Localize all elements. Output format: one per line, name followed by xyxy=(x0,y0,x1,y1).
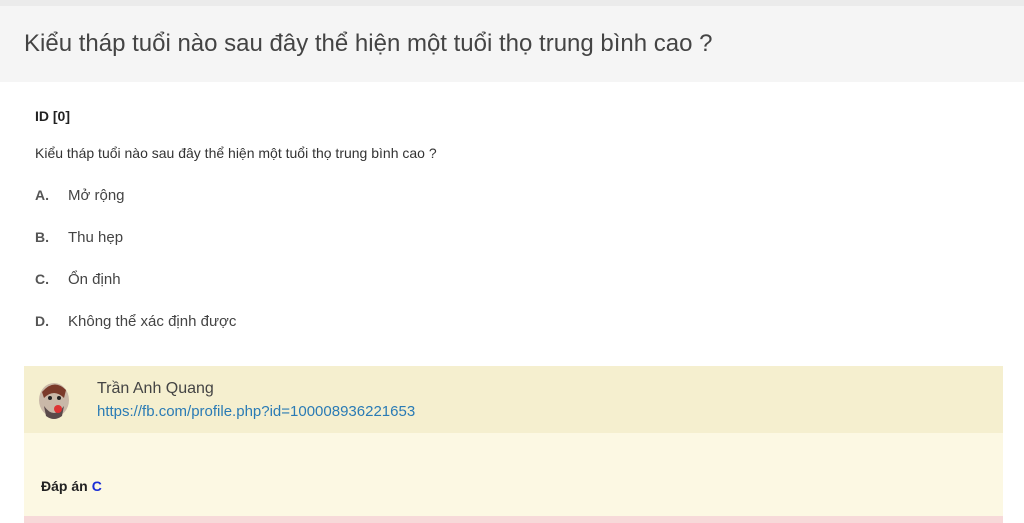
option-text: Không thể xác định được xyxy=(68,313,237,330)
option-letter: B. xyxy=(35,229,49,245)
option-letter: C. xyxy=(35,271,49,287)
avatar[interactable] xyxy=(36,376,72,420)
option-letter: D. xyxy=(35,313,49,329)
author-profile-link[interactable]: https://fb.com/profile.php?id=1000089362… xyxy=(97,403,415,420)
author-name: Trần Anh Quang xyxy=(97,380,214,397)
option-d[interactable]: D. Không thể xác định được xyxy=(35,313,236,333)
question-id: ID [0] xyxy=(35,108,70,124)
option-a[interactable]: A. Mở rộng xyxy=(35,187,125,207)
option-c[interactable]: C. Ổn định xyxy=(35,271,121,291)
option-text: Thu hẹp xyxy=(68,229,124,246)
option-letter: A. xyxy=(35,187,49,203)
answer-author-header: Trần Anh Quang https://fb.com/profile.ph… xyxy=(24,366,1003,433)
answer-box: Trần Anh Quang https://fb.com/profile.ph… xyxy=(24,366,1003,518)
option-b[interactable]: B. Thu hẹp xyxy=(35,229,123,249)
option-text: Ổn định xyxy=(68,271,121,288)
answer-label: Đáp án xyxy=(41,478,88,494)
answer-line: Đáp án C xyxy=(41,478,102,494)
page-title: Kiểu tháp tuổi nào sau đây thể hiện một … xyxy=(24,30,713,57)
option-text: Mở rộng xyxy=(68,187,125,204)
answer-letter: C xyxy=(91,478,102,494)
question-text: Kiểu tháp tuổi nào sau đây thể hiện một … xyxy=(35,145,437,161)
page-header: Kiểu tháp tuổi nào sau đây thể hiện một … xyxy=(0,6,1024,82)
next-panel-edge xyxy=(24,516,1003,523)
